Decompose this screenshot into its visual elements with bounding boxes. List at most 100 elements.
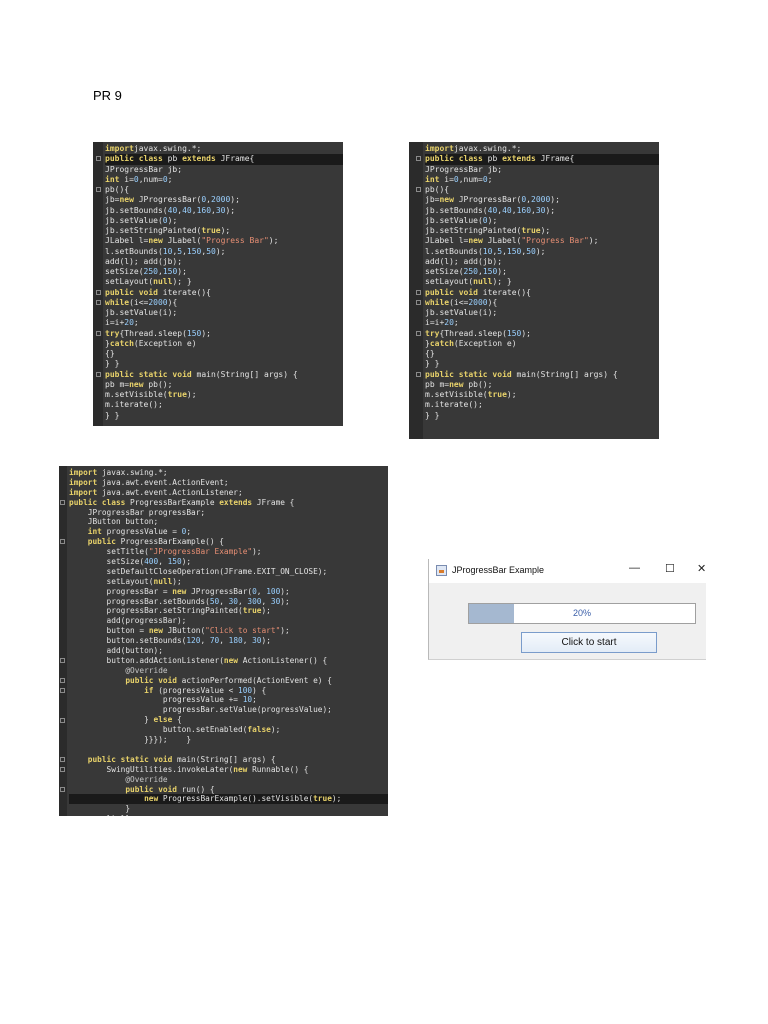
code-line: i=i+20; (425, 318, 459, 328)
code-line: button.setBounds(120, 70, 180, 30); (69, 636, 271, 646)
fold-marker-icon[interactable] (96, 156, 101, 162)
fold-marker-icon[interactable] (96, 371, 101, 377)
fold-marker-icon[interactable] (60, 539, 65, 545)
code-line: import java.awt.event.ActionEvent; (69, 477, 229, 487)
code-line: add(l); add(jb); (425, 256, 503, 266)
fold-marker-icon[interactable] (60, 786, 65, 792)
code-line: importjavax.swing.*; (425, 144, 522, 153)
code-line: } } (105, 359, 120, 369)
fold-marker-icon[interactable] (416, 330, 421, 336)
fold-marker-icon[interactable] (416, 289, 421, 295)
code-line: JButton button; (69, 517, 159, 527)
code-line: new ProgressBarExample().setVisible(true… (69, 794, 388, 805)
code-line: add(l); add(jb); (105, 256, 183, 266)
fold-marker-icon[interactable] (60, 717, 65, 723)
code-line: SwingUtilities.invokeLater(new Runnable(… (69, 764, 309, 774)
code-line: while(i<=2000){ (425, 297, 498, 307)
code-line: JLabel l=new JLabel("Progress Bar"); (425, 236, 604, 246)
code-line: jb.setValue(i); (105, 308, 178, 317)
code-line: m.setVisible(true); (105, 390, 202, 399)
code-line: public static void main(String[] args) { (105, 369, 298, 379)
fold-marker-icon[interactable] (60, 499, 65, 505)
code-line: jb.setValue(0); (105, 215, 183, 225)
code-line: public class ProgressBarExample extends … (69, 497, 295, 507)
fold-marker-icon[interactable] (96, 299, 101, 305)
code-line: public static void main(String[] args) { (425, 369, 618, 379)
code-line: pb m=new pb(); (105, 379, 173, 389)
code-line: setLayout(null); } (425, 277, 512, 287)
fold-marker-icon[interactable] (60, 757, 65, 763)
fold-marker-icon[interactable] (416, 156, 421, 162)
close-button[interactable]: ✕ (697, 562, 706, 575)
code-line: setTitle("JProgressBar Example"); (69, 547, 262, 557)
code-line: try{Thread.sleep(150); (425, 328, 536, 338)
code-line: {} (425, 349, 435, 358)
code-line: setLayout(null); } (105, 277, 192, 287)
window-titlebar[interactable]: JProgressBar Example — ☐ ✕ (429, 559, 706, 583)
code-line: jb.setBounds(40,40,160,30); (425, 205, 560, 215)
code-line: public void run() { (69, 784, 215, 794)
click-to-start-button[interactable]: Click to start (521, 632, 657, 653)
code-line: }}}); } (69, 735, 192, 745)
code-line: jb=new JProgressBar(0,2000); (425, 195, 565, 205)
fold-marker-icon[interactable] (60, 687, 65, 693)
code-line: jb.setValue(i); (425, 308, 498, 317)
code-line: i=i+20; (105, 318, 139, 328)
java-app-icon (436, 565, 447, 576)
minimize-button[interactable]: — (629, 562, 640, 574)
code-line: public class pb extends JFrame{ (105, 154, 343, 165)
fold-marker-icon[interactable] (60, 677, 65, 683)
code-line: m.iterate(); (425, 400, 483, 410)
code-line: add(button); (69, 646, 163, 656)
code-line: pb m=new pb(); (425, 379, 493, 389)
code-line: pb(){ (105, 185, 130, 194)
code-line: progressBar = new JProgressBar(0, 100); (69, 586, 290, 596)
fold-marker-icon[interactable] (96, 289, 101, 295)
code-line: int i=0,num=0; (105, 174, 173, 184)
editor-gutter (93, 142, 103, 426)
page-heading: PR 9 (93, 88, 122, 103)
code-line: l.setBounds(10,5,150,50); (425, 246, 551, 256)
code-line: } } (105, 410, 120, 420)
code-line: add(progressBar); (69, 616, 187, 626)
code-line: @Override (69, 774, 168, 784)
code-line: progressBar.setBounds(50, 30, 300, 30); (69, 596, 290, 606)
code-line: if (progressValue < 100) { (69, 685, 267, 695)
fold-marker-icon[interactable] (60, 658, 65, 664)
editor-gutter (409, 142, 423, 439)
progress-bar: 20% (468, 603, 696, 624)
progress-text: 20% (572, 608, 591, 618)
code-line: importjavax.swing.*; (105, 144, 202, 153)
editor-gutter (59, 466, 67, 816)
code-screenshot-1: importjavax.swing.*; public class pb exte… (93, 142, 343, 426)
code-line: {} (105, 349, 115, 358)
code-line: try{Thread.sleep(150); (105, 328, 216, 338)
code-line: setSize(250,150); (425, 267, 512, 276)
fold-marker-icon[interactable] (416, 299, 421, 305)
fold-marker-icon[interactable] (96, 330, 101, 336)
window-title: JProgressBar Example (452, 565, 545, 575)
code-line: jb=new JProgressBar(0,2000); (105, 195, 245, 205)
code-line: public void actionPerformed(ActionEvent … (69, 675, 332, 685)
code-line: button.addActionListener(new ActionListe… (69, 655, 328, 665)
code-line: jb.setStringPainted(true); (425, 226, 556, 235)
maximize-button[interactable]: ☐ (665, 562, 675, 575)
code-line: }catch(Exception e) (425, 338, 517, 348)
code-line: button = new JButton("Click to start"); (69, 626, 290, 636)
fold-marker-icon[interactable] (416, 187, 421, 192)
code-line: public class pb extends JFrame{ (425, 154, 659, 165)
code-line: l.setBounds(10,5,150,50); (105, 246, 231, 256)
code-line: setDefaultCloseOperation(JFrame.EXIT_ON_… (69, 566, 328, 576)
code-line: public ProgressBarExample() { (69, 537, 224, 547)
fold-marker-icon[interactable] (416, 371, 421, 377)
code-line: setLayout(null); (69, 576, 182, 586)
code-line: m.iterate(); (105, 400, 163, 410)
code-line: });}} (69, 814, 388, 816)
code-line: JProgressBar jb; (105, 164, 183, 174)
code-line: import java.awt.event.ActionListener; (69, 487, 243, 497)
fold-marker-icon[interactable] (96, 187, 101, 192)
code-line: progressBar.setValue(progressValue); (69, 705, 332, 715)
code-line: JLabel l=new JLabel("Progress Bar"); (105, 236, 284, 246)
fold-marker-icon[interactable] (60, 767, 65, 772)
